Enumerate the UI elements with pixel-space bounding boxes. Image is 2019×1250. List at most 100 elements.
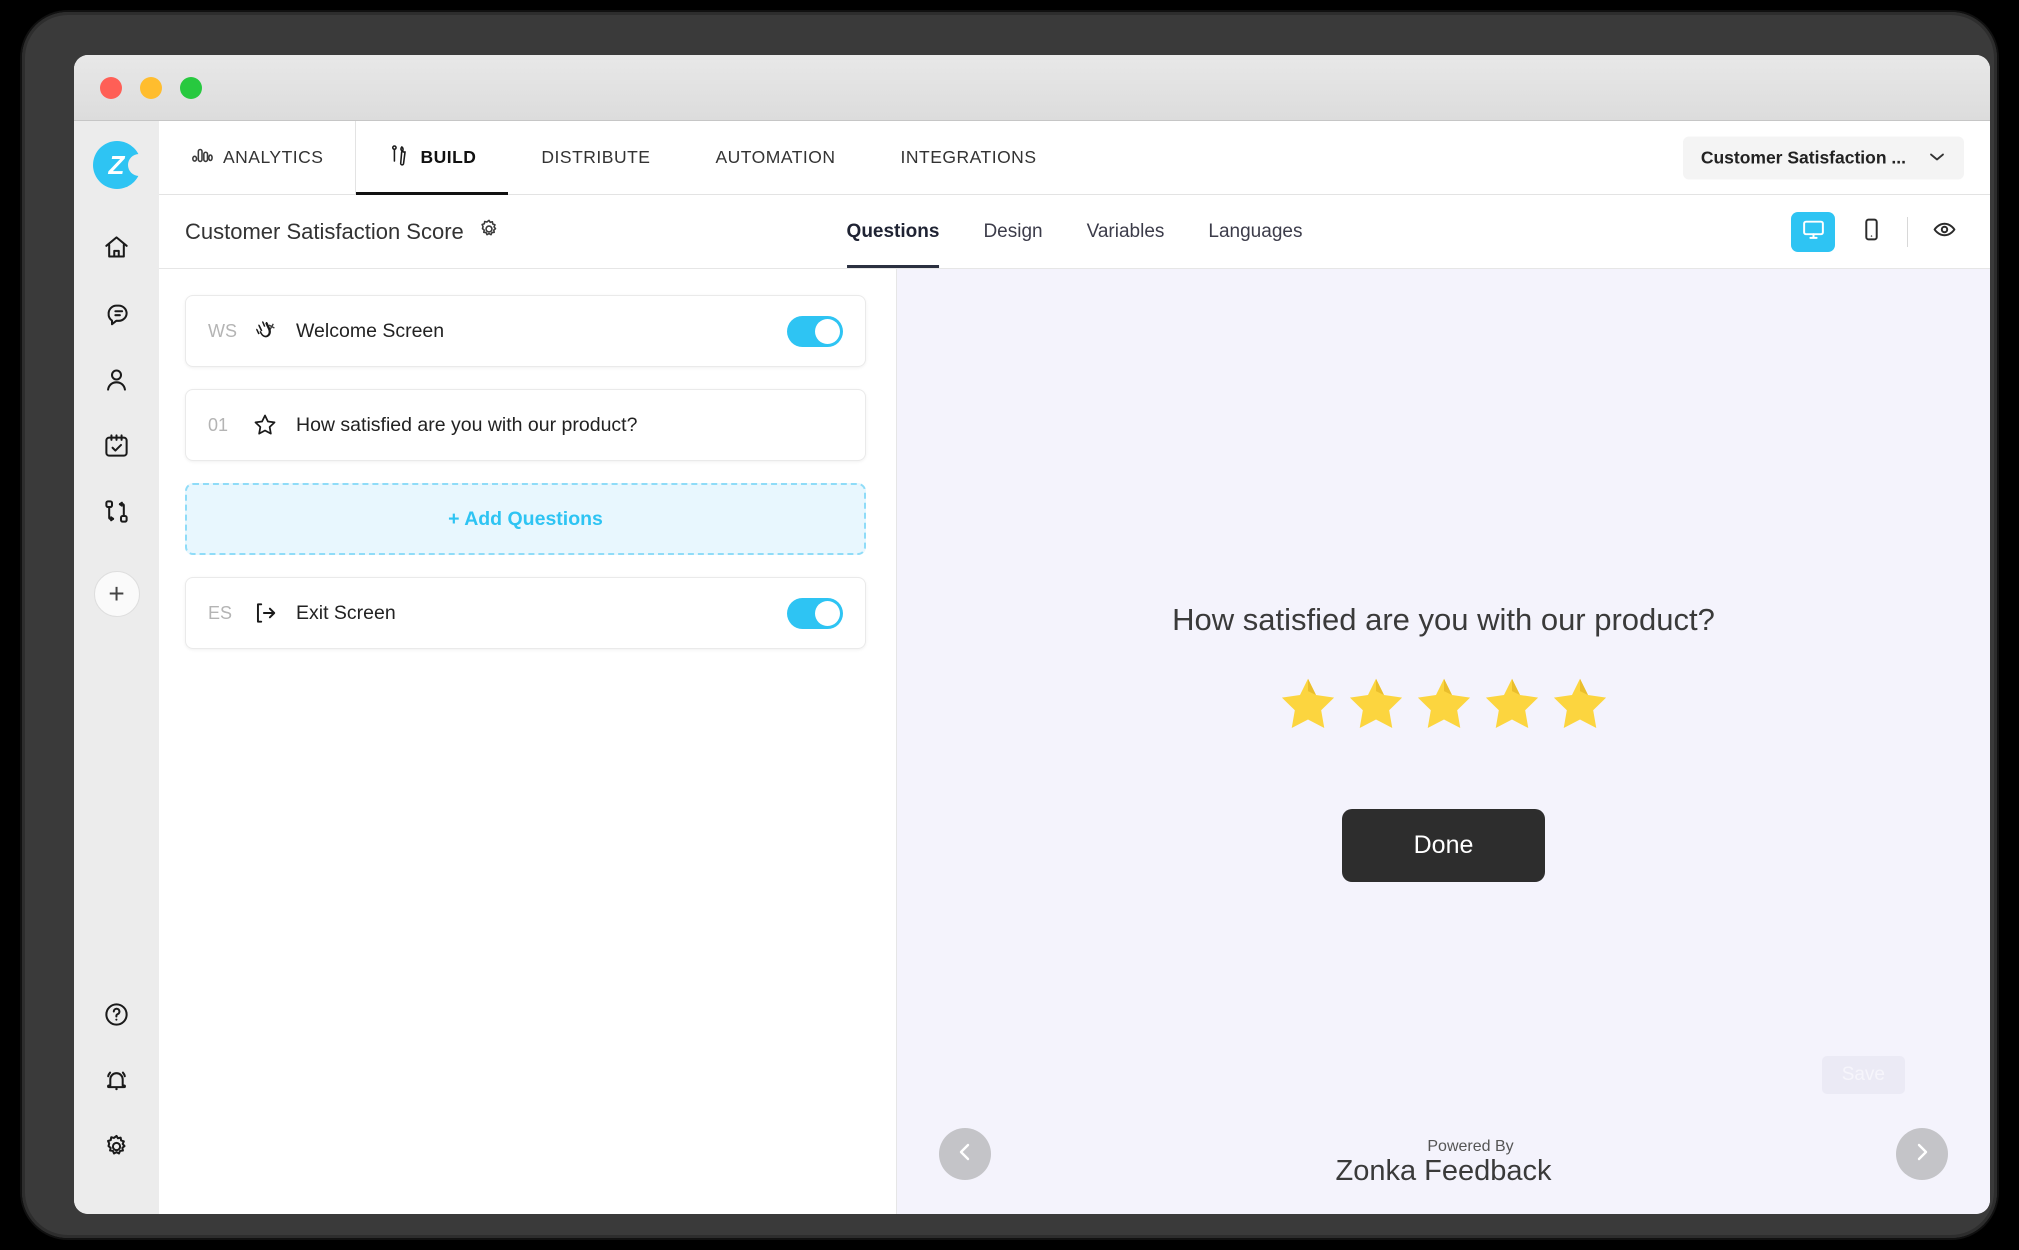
tab-languages[interactable]: Languages [1208,195,1302,268]
user-icon [103,366,130,398]
exit-icon [252,600,296,626]
save-button[interactable]: Save [1822,1056,1905,1094]
add-questions-button[interactable]: + Add Questions [185,483,866,555]
chevron-left-icon [953,1140,977,1169]
row-code: WS [208,321,252,342]
tab-variables[interactable]: Variables [1087,195,1165,268]
questions-panel: WS Welcome Screen [159,269,897,1214]
calendar-check-icon [103,432,130,464]
survey-settings-gear-icon[interactable] [478,218,500,246]
nav-tab-automation[interactable]: AUTOMATION [683,121,868,194]
window-title-bar [74,55,1990,121]
star-icon[interactable] [1345,672,1407,739]
home-icon [103,234,130,266]
star-icon[interactable] [1413,672,1475,739]
row-label: How satisfied are you with our product? [296,414,843,437]
question-row-welcome-screen[interactable]: WS Welcome Screen [185,295,866,367]
survey-selector-dropdown[interactable]: Customer Satisfaction ... [1683,136,1964,179]
welcome-screen-toggle[interactable] [787,316,843,347]
minimize-button[interactable] [140,77,162,99]
zonka-logo[interactable]: Z [93,141,141,189]
question-row-exit-screen[interactable]: ES Exit Screen [185,577,866,649]
logo-letter: Z [93,141,141,189]
maximize-button[interactable] [180,77,202,99]
chat-bubble-icon [103,300,130,332]
tab-label: Design [983,221,1042,243]
gear-icon [103,1133,130,1165]
bell-icon [103,1067,130,1099]
sidebar-item-home[interactable] [94,227,140,273]
toolbar-divider [1907,217,1908,247]
sidebar-item-settings[interactable] [94,1126,140,1172]
tools-icon [388,144,410,171]
sub-navigation: Customer Satisfaction Score Questions [159,195,1990,269]
sidebar-item-notifications[interactable] [94,1060,140,1106]
nav-tab-label: DISTRIBUTE [541,147,650,168]
star-icon[interactable] [1277,672,1339,739]
main-column: ANALYTICS BUILD DISTRIBUTE [159,121,1990,1214]
nav-tab-distribute[interactable]: DISTRIBUTE [509,121,683,194]
question-row-01[interactable]: 01 How satisfied are you with our produc… [185,389,866,461]
close-button[interactable] [100,77,122,99]
row-label: Exit Screen [296,602,787,625]
previous-question-button[interactable] [939,1128,991,1180]
star-rating-widget[interactable] [1277,672,1611,739]
tab-label: Variables [1087,221,1165,243]
nav-tab-analytics[interactable]: ANALYTICS [159,121,356,194]
sidebar-item-feedback[interactable] [94,293,140,339]
mobile-view-button[interactable] [1849,212,1893,252]
nav-tab-label: INTEGRATIONS [901,147,1037,168]
nav-tab-label: BUILD [420,147,476,168]
browser-window: Z [74,55,1990,1214]
sidebar-item-tasks[interactable] [94,425,140,471]
eye-icon [1932,217,1957,247]
survey-selector-value: Customer Satisfaction ... [1701,147,1906,168]
nav-tab-build[interactable]: BUILD [356,121,509,194]
tab-questions[interactable]: Questions [847,195,940,268]
sidebar-add-button[interactable]: + [94,571,140,617]
powered-by-footer: Powered By Zonka Feedback [1335,1139,1551,1186]
sidebar-item-help[interactable] [94,994,140,1040]
nav-tab-label: ANALYTICS [223,147,323,168]
help-circle-icon [103,1001,130,1033]
star-outline-icon [252,412,296,438]
preview-question-text: How satisfied are you with our product? [1172,602,1715,638]
content-area: WS Welcome Screen [159,269,1990,1214]
row-code: 01 [208,415,252,436]
star-icon[interactable] [1481,672,1543,739]
brand-name: Zonka Feedback [1335,1157,1551,1186]
star-icon[interactable] [1549,672,1611,739]
page-title: Customer Satisfaction Score [185,219,464,245]
next-question-button[interactable] [1896,1128,1948,1180]
device-bezel: Z [22,12,1997,1238]
row-code: ES [208,603,252,624]
waving-hand-icon [252,318,296,344]
survey-title-group: Customer Satisfaction Score [185,218,500,246]
device-preview-toolbar [1791,212,1966,252]
desktop-view-button[interactable] [1791,212,1835,252]
tab-label: Languages [1208,221,1302,243]
workflow-icon [103,498,130,530]
exit-screen-toggle[interactable] [787,598,843,629]
app-body: Z [74,121,1990,1214]
survey-preview: How satisfied are you with our product? [897,269,1990,1214]
phone-icon [1859,217,1884,247]
nav-tab-label: AUTOMATION [715,147,835,168]
tab-design[interactable]: Design [983,195,1042,268]
row-label: Welcome Screen [296,320,787,343]
sidebar-item-contacts[interactable] [94,359,140,405]
powered-by-label: Powered By [1335,1139,1551,1155]
preview-button[interactable] [1922,212,1966,252]
bar-chart-icon [191,144,213,171]
top-navigation: ANALYTICS BUILD DISTRIBUTE [159,121,1990,195]
survey-section-tabs: Questions Design Variables Languages [847,195,1303,268]
toggle-knob [815,601,840,626]
sidebar-bottom-group [94,994,140,1192]
sidebar-item-workflows[interactable] [94,491,140,537]
tab-label: Questions [847,221,940,243]
nav-tab-integrations[interactable]: INTEGRATIONS [869,121,1070,194]
done-button[interactable]: Done [1342,809,1546,882]
sidebar: Z [74,121,159,1214]
chevron-right-icon [1910,1140,1934,1169]
monitor-icon [1801,217,1826,247]
